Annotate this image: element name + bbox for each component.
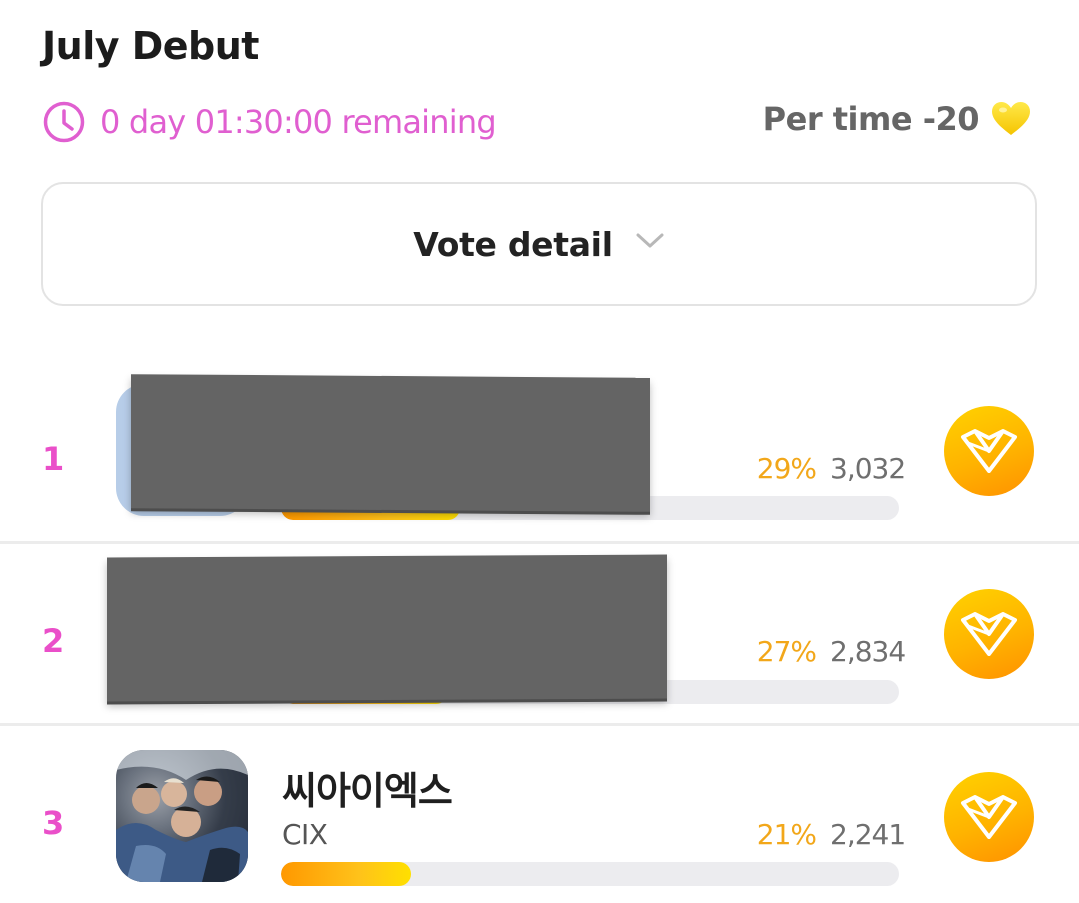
clock-icon [42,100,86,144]
per-time-text: Per time -20 [762,100,980,138]
row-divider [0,723,1079,726]
vote-detail-button[interactable]: Vote detail [41,182,1037,306]
vote-count: 2,834 [830,635,906,668]
per-time-cost: Per time -20 [763,100,1031,138]
vote-progress-fill [281,862,411,886]
vote-count: 3,032 [830,452,906,485]
vote-percent: 21% [756,818,817,851]
vote-percent: 27% [756,635,817,668]
vote-count: 2,241 [830,818,906,851]
heart-logo-icon [960,429,1018,473]
vote-button[interactable] [944,406,1034,496]
redaction-block [107,554,667,702]
artist-name: 씨아이엑스 [282,769,453,813]
vote-percent: 29% [756,452,817,485]
chevron-down-icon [635,233,665,250]
vote-detail-label: Vote detail [413,224,613,264]
heart-icon [991,101,1031,137]
remaining-timer: 0 day 01:30:00 remaining [42,100,497,144]
page-title: July Debut [42,24,259,68]
rank-number: 3 [42,804,65,842]
rank-number: 1 [42,440,65,478]
artist-thumbnail[interactable] [116,750,248,882]
timer-text: 0 day 01:30:00 remaining [100,103,497,141]
row-divider [0,541,1079,544]
artist-subtitle: CIX [282,818,328,851]
heart-logo-icon [960,612,1018,656]
rank-number: 2 [42,622,65,660]
heart-logo-icon [960,795,1018,839]
vote-button[interactable] [944,772,1034,862]
redaction-block [131,374,650,512]
vote-button[interactable] [944,589,1034,679]
vote-progress-bar [281,862,899,886]
